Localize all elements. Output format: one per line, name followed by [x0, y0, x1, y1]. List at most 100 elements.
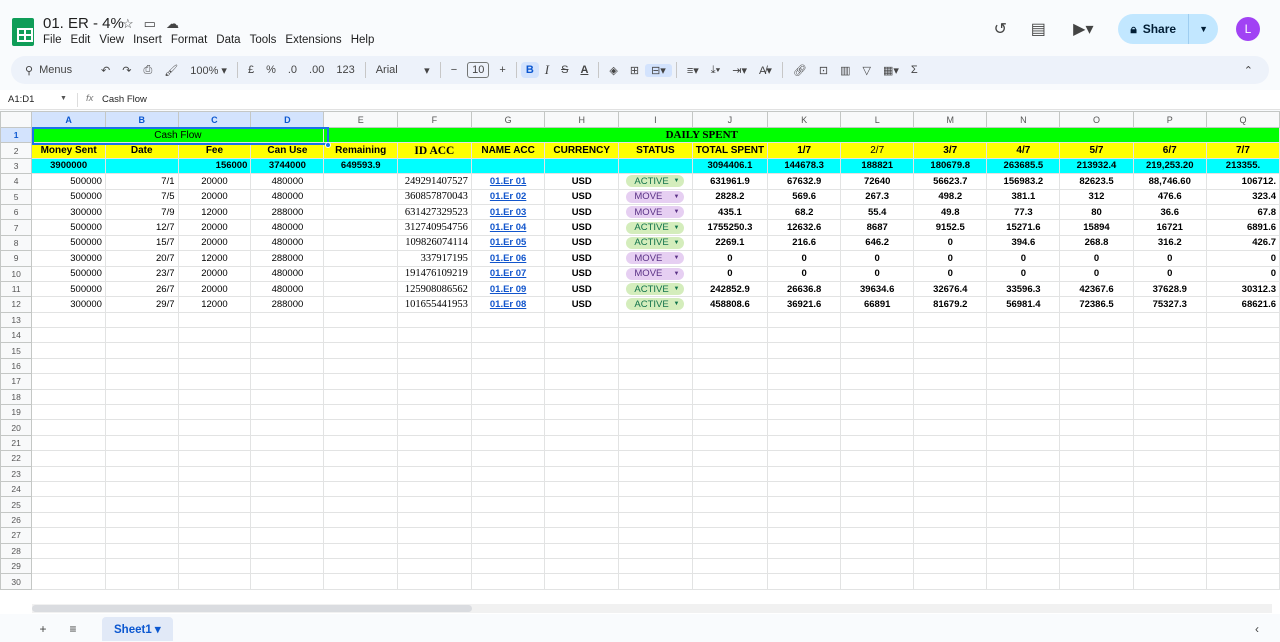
cell[interactable] [691, 404, 769, 421]
column-header-e[interactable]: E [323, 111, 398, 128]
font-select[interactable]: Arial ▾ [370, 64, 436, 77]
cell[interactable] [1132, 511, 1207, 529]
cell[interactable] [913, 342, 988, 359]
row-header[interactable]: 26 [0, 511, 33, 529]
cell[interactable] [323, 465, 398, 482]
cell[interactable] [323, 527, 398, 544]
remaining-cell[interactable] [323, 234, 398, 252]
cell[interactable] [840, 527, 915, 544]
insert-comment-icon[interactable]: ⊡ [813, 64, 834, 77]
cell[interactable] [1132, 342, 1207, 359]
daily-spent-cell[interactable]: 0 [1205, 265, 1280, 282]
cell[interactable] [840, 450, 915, 467]
row-header-1[interactable]: 1 [0, 126, 33, 144]
total-money-sent-cell[interactable]: 3900000 [31, 157, 106, 175]
column-header-k[interactable]: K [767, 111, 842, 128]
cell[interactable] [470, 388, 546, 406]
daily-spent-cell[interactable]: 381.1 [986, 188, 1061, 205]
status-cell[interactable]: MOVE ▼ [618, 265, 693, 282]
cell[interactable] [691, 419, 769, 436]
cell[interactable] [544, 465, 620, 482]
document-title[interactable]: 01. ER - 4% [43, 15, 124, 32]
cell[interactable] [104, 342, 179, 359]
cell[interactable] [323, 388, 398, 406]
remaining-cell[interactable] [323, 250, 398, 267]
fill-handle[interactable] [325, 142, 331, 148]
share-button[interactable]: 🔒︎ Share ▼ [1118, 14, 1218, 44]
remaining-cell[interactable] [323, 203, 398, 221]
cell[interactable] [177, 404, 252, 421]
status-cell[interactable]: ACTIVE ▼ [618, 296, 693, 313]
print-icon[interactable]: ⎙ [137, 64, 158, 77]
cell[interactable] [1059, 357, 1134, 375]
cell[interactable] [250, 373, 325, 390]
cell[interactable] [1132, 434, 1207, 452]
cell[interactable] [177, 357, 252, 375]
cell[interactable] [1059, 388, 1134, 406]
cell[interactable] [470, 373, 546, 390]
cell[interactable] [31, 357, 106, 375]
cell[interactable] [691, 327, 769, 344]
column-header-l[interactable]: L [840, 111, 915, 128]
cell[interactable] [177, 450, 252, 467]
cell[interactable] [1205, 342, 1280, 359]
cell[interactable] [618, 527, 693, 544]
cell[interactable] [767, 311, 842, 329]
header-cell[interactable]: Date [104, 142, 179, 159]
cell[interactable] [31, 573, 106, 590]
cell[interactable] [691, 511, 769, 529]
can-use-cell[interactable]: 288000 [250, 296, 325, 313]
daily-spent-cell[interactable]: 323.4 [1205, 188, 1280, 205]
cell[interactable] [691, 342, 769, 359]
cell[interactable] [767, 404, 842, 421]
column-header-c[interactable]: C [177, 111, 252, 128]
cell[interactable] [544, 157, 620, 175]
cell[interactable] [250, 480, 325, 498]
cell[interactable] [618, 404, 693, 421]
daily-spent-cell[interactable]: 0 [767, 265, 842, 282]
cell[interactable] [618, 157, 693, 175]
cell[interactable] [1132, 527, 1207, 544]
cell[interactable] [323, 573, 398, 590]
cell[interactable] [250, 527, 325, 544]
cell[interactable] [31, 388, 106, 406]
cell[interactable] [1205, 511, 1280, 529]
cell[interactable] [396, 357, 472, 375]
daily-spent-cell[interactable]: 66891 [840, 296, 915, 313]
cell[interactable] [544, 434, 620, 452]
date-cell[interactable]: 7/9 [104, 203, 179, 221]
daily-spent-cell[interactable]: 156983.2 [986, 173, 1061, 190]
currency-format-button[interactable]: £ [242, 64, 260, 76]
remaining-cell[interactable] [323, 219, 398, 236]
currency-cell[interactable]: USD [544, 219, 620, 236]
column-header-m[interactable]: M [913, 111, 988, 128]
daily-spent-cell[interactable]: 67.8 [1205, 203, 1280, 221]
cell[interactable] [544, 557, 620, 575]
cell[interactable] [840, 357, 915, 375]
cell[interactable] [177, 342, 252, 359]
cell[interactable] [913, 480, 988, 498]
cell[interactable] [618, 450, 693, 467]
cell[interactable] [767, 434, 842, 452]
cell[interactable] [767, 419, 842, 436]
cell[interactable] [767, 373, 842, 390]
fee-cell[interactable]: 20000 [177, 173, 252, 190]
cell[interactable] [1205, 450, 1280, 467]
cell[interactable] [104, 496, 179, 513]
cell[interactable] [544, 527, 620, 544]
fee-cell[interactable]: 20000 [177, 219, 252, 236]
cell[interactable] [250, 327, 325, 344]
cell[interactable] [1205, 327, 1280, 344]
daily-spent-cell[interactable]: 72640 [840, 173, 915, 190]
vertical-align-icon[interactable]: ⤓▾ [705, 64, 726, 77]
cell[interactable] [986, 419, 1061, 436]
share-main[interactable]: 🔒︎ Share [1118, 14, 1190, 44]
cell[interactable] [986, 557, 1061, 575]
sheet-tab-sheet1[interactable]: Sheet1 ▾ [102, 617, 173, 641]
cell[interactable] [323, 557, 398, 575]
cell[interactable] [986, 465, 1061, 482]
status-chip[interactable]: MOVE ▼ [626, 190, 685, 203]
daily-spent-cell[interactable]: 316.2 [1132, 234, 1207, 252]
cell[interactable] [104, 480, 179, 498]
comments-icon[interactable]: ▤ [1028, 19, 1048, 39]
